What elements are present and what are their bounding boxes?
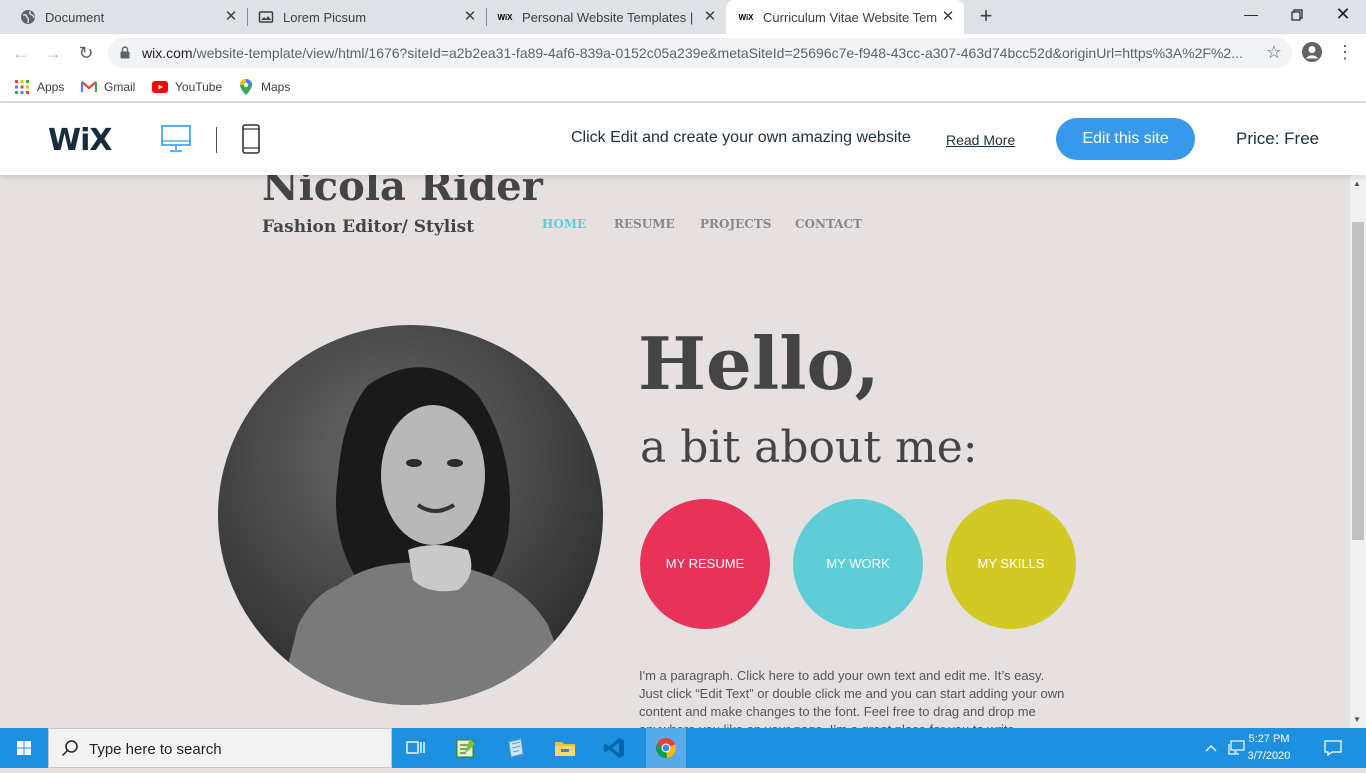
address-bar[interactable]: wix.com/website-template/view/html/1676?… bbox=[108, 38, 1292, 68]
edit-this-site-button[interactable]: Edit this site bbox=[1056, 118, 1195, 160]
close-tab-icon[interactable]: ✕ bbox=[462, 9, 478, 25]
close-tab-icon[interactable]: ✕ bbox=[940, 9, 956, 25]
about-subheading: a bit about me: bbox=[640, 422, 978, 473]
tab-title: Personal Website Templates | Por bbox=[522, 9, 696, 25]
tab-title: Curriculum Vitae Website Templa bbox=[763, 9, 937, 25]
scrollbar-thumb[interactable] bbox=[1352, 222, 1364, 540]
scroll-up-arrow-icon[interactable]: ▲ bbox=[1353, 179, 1361, 188]
close-window-button[interactable]: ✕ bbox=[1320, 0, 1366, 30]
tab-lorem-picsum[interactable]: Lorem Picsum ✕ bbox=[238, 0, 487, 34]
search-icon bbox=[61, 739, 79, 762]
youtube-icon bbox=[152, 79, 168, 95]
price-label: Price: Free bbox=[1236, 129, 1320, 148]
tab-document[interactable]: Document ✕ bbox=[0, 0, 248, 34]
tab-personal-website-templates[interactable]: WiX Personal Website Templates | Por ✕ bbox=[477, 0, 726, 34]
clock-time: 5:27 PM bbox=[1248, 733, 1290, 745]
my-resume-button[interactable]: MY RESUME bbox=[640, 499, 770, 629]
nav-projects[interactable]: PROJECTS bbox=[700, 217, 771, 231]
wix-icon: WiX bbox=[738, 12, 754, 22]
notes-app-icon[interactable] bbox=[500, 732, 532, 764]
back-arrow-icon[interactable]: ← bbox=[10, 42, 32, 64]
bookmark-label: YouTube bbox=[175, 80, 223, 94]
nav-contact[interactable]: CONTACT bbox=[795, 217, 862, 231]
start-button[interactable] bbox=[0, 728, 48, 768]
restore-button[interactable] bbox=[1274, 0, 1320, 30]
bookmark-label: Maps bbox=[261, 80, 291, 94]
bookmarks-bar: Apps Gmail YouTube Maps bbox=[0, 72, 1366, 102]
forward-arrow-icon[interactable]: → bbox=[42, 42, 64, 64]
lock-icon bbox=[120, 46, 130, 64]
wix-icon: WiX bbox=[497, 12, 513, 22]
bookmark-gmail[interactable]: Gmail bbox=[81, 77, 135, 97]
desktop-view-icon[interactable] bbox=[161, 125, 191, 158]
site-owner-name[interactable]: Nicola Rider bbox=[262, 175, 543, 210]
account-icon[interactable] bbox=[1301, 41, 1323, 68]
notepad-plus-icon[interactable] bbox=[450, 732, 482, 764]
bookmark-star-icon[interactable]: ☆ bbox=[1266, 42, 1282, 63]
globe-icon bbox=[20, 9, 36, 25]
vscode-icon[interactable] bbox=[598, 732, 630, 764]
task-view-icon[interactable] bbox=[400, 732, 432, 764]
bookmark-maps[interactable]: Maps bbox=[238, 77, 290, 97]
browser-toolbar: ← → ↻ wix.com/website-template/view/html… bbox=[0, 34, 1366, 72]
close-tab-icon[interactable]: ✕ bbox=[702, 9, 718, 25]
my-work-button[interactable]: MY WORK bbox=[793, 499, 923, 629]
apps-grid-icon bbox=[14, 79, 30, 95]
file-explorer-icon[interactable] bbox=[549, 732, 581, 764]
url-domain: wix.com bbox=[142, 45, 193, 61]
windows-taskbar: Type here to search 5:27 PM 3/7/2020 bbox=[0, 728, 1366, 768]
gmail-icon bbox=[81, 79, 97, 95]
new-tab-button[interactable]: + bbox=[975, 5, 997, 28]
wix-logo[interactable]: WiX bbox=[48, 123, 113, 158]
bookmark-label: Gmail bbox=[104, 80, 136, 94]
nav-home[interactable]: HOME bbox=[542, 217, 586, 231]
my-skills-button[interactable]: MY SKILLS bbox=[946, 499, 1076, 629]
hello-heading: Hello, bbox=[638, 321, 880, 406]
taskbar-clock[interactable]: 5:27 PM 3/7/2020 bbox=[1240, 731, 1298, 765]
mobile-view-icon[interactable] bbox=[242, 124, 260, 159]
device-divider bbox=[216, 127, 217, 153]
menu-kebab-icon[interactable]: ⋮ bbox=[1336, 41, 1354, 63]
browser-tab-strip: Document ✕ Lorem Picsum ✕ WiX Personal W… bbox=[0, 0, 1366, 34]
wix-preview-bar: WiX Click Edit and create your own amazi… bbox=[0, 103, 1366, 175]
chrome-icon[interactable] bbox=[646, 728, 686, 768]
tab-title: Lorem Picsum bbox=[283, 9, 367, 25]
url-path: /website-template/view/html/1676?siteId=… bbox=[192, 45, 1243, 61]
bookmark-apps[interactable]: Apps bbox=[14, 77, 64, 97]
reload-icon[interactable]: ↻ bbox=[75, 42, 97, 64]
bookmark-youtube[interactable]: YouTube bbox=[152, 77, 222, 97]
read-more-link[interactable]: Read More bbox=[946, 132, 1015, 148]
site-owner-role: Fashion Editor/ Stylist bbox=[262, 217, 475, 237]
notifications-icon[interactable] bbox=[1324, 728, 1342, 768]
tab-title: Document bbox=[45, 9, 105, 25]
tray-chevron-icon[interactable] bbox=[1204, 728, 1218, 768]
minimize-button[interactable]: — bbox=[1228, 0, 1274, 30]
bookmark-label: Apps bbox=[37, 80, 65, 94]
wix-promo-message: Click Edit and create your own amazing w… bbox=[571, 129, 911, 146]
close-tab-icon[interactable]: ✕ bbox=[223, 9, 239, 25]
about-paragraph: I'm a paragraph. Click here to add your … bbox=[639, 668, 1065, 728]
template-preview: Nicola Rider Fashion Editor/ Stylist HOM… bbox=[0, 175, 1350, 728]
tab-curriculum-vitae[interactable]: WiX Curriculum Vitae Website Templa ✕ bbox=[726, 0, 964, 34]
taskbar-search-box[interactable]: Type here to search bbox=[48, 728, 392, 768]
clock-date: 3/7/2020 bbox=[1247, 750, 1291, 762]
profile-photo bbox=[218, 325, 603, 705]
image-icon bbox=[258, 9, 274, 25]
nav-resume[interactable]: RESUME bbox=[614, 217, 675, 231]
page-scrollbar[interactable]: ▲ ▼ bbox=[1350, 175, 1366, 728]
url-text: wix.com/website-template/view/html/1676?… bbox=[142, 45, 1252, 61]
search-placeholder: Type here to search bbox=[89, 741, 222, 758]
scroll-down-arrow-icon[interactable]: ▼ bbox=[1353, 715, 1361, 724]
maps-pin-icon bbox=[238, 79, 254, 95]
